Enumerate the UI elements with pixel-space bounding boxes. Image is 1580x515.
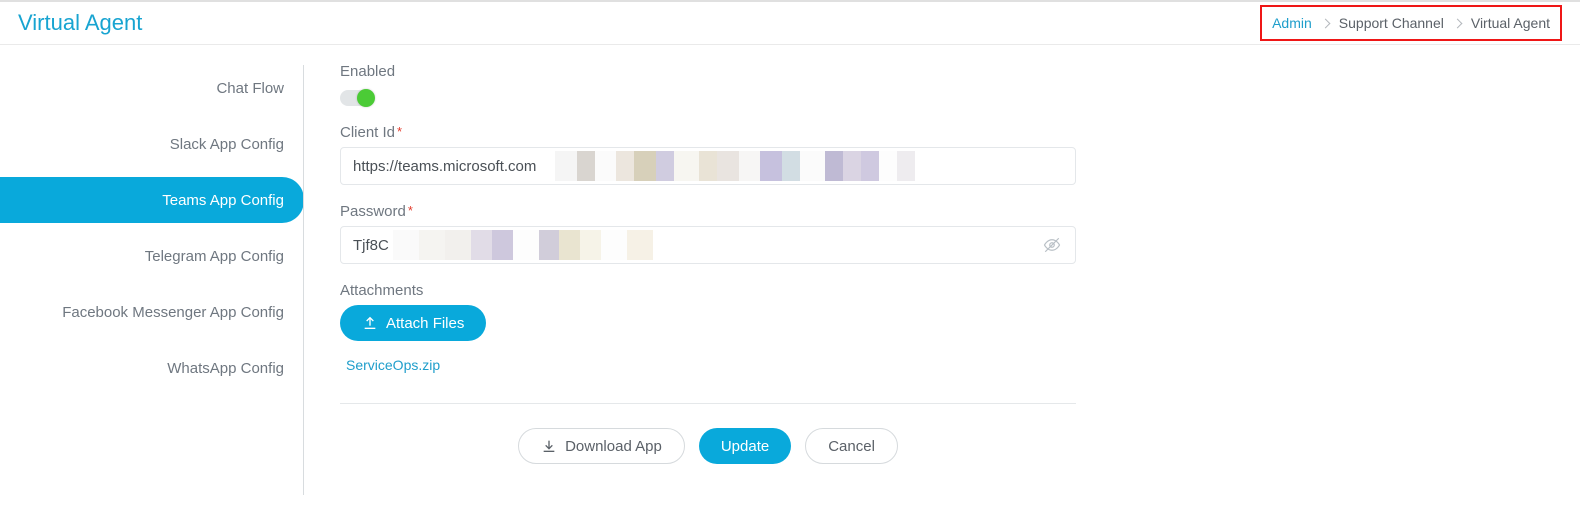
download-icon (541, 438, 557, 454)
sidebar-item-telegram-app-config[interactable]: Telegram App Config (0, 233, 304, 279)
breadcrumb-item-virtual-agent[interactable]: Virtual Agent (1471, 15, 1550, 31)
client-id-label: Client Id (340, 124, 395, 141)
update-label: Update (721, 438, 769, 455)
client-id-input[interactable]: https://teams.microsoft.com (340, 147, 1076, 185)
sidebar-item-whatsapp-config[interactable]: WhatsApp Config (0, 345, 304, 391)
cancel-label: Cancel (828, 438, 875, 455)
attachments-label: Attachments (340, 282, 423, 299)
required-star: * (408, 203, 413, 218)
field-enabled: Enabled (340, 63, 1550, 106)
password-input[interactable]: Tjf8C (340, 226, 1076, 264)
eye-off-icon[interactable] (1041, 236, 1063, 254)
attached-file-link[interactable]: ServiceOps.zip (346, 357, 440, 373)
main-area: Chat Flow Slack App Config Teams App Con… (0, 45, 1580, 515)
field-attachments: Attachments Attach Files ServiceOps.zip (340, 282, 1550, 375)
update-button[interactable]: Update (699, 428, 791, 464)
field-client-id: Client Id* https://teams.microsoft.com (340, 124, 1550, 185)
chevron-right-icon (1320, 18, 1330, 28)
password-value: Tjf8C (353, 237, 389, 254)
sidebar-item-chat-flow[interactable]: Chat Flow (0, 65, 304, 111)
sidebar-item-facebook-messenger-app-config[interactable]: Facebook Messenger App Config (0, 289, 304, 335)
client-id-value: https://teams.microsoft.com (353, 158, 536, 175)
download-app-label: Download App (565, 438, 662, 455)
password-label: Password (340, 203, 406, 220)
sidebar-item-slack-app-config[interactable]: Slack App Config (0, 121, 304, 167)
sidebar-item-teams-app-config[interactable]: Teams App Config (0, 177, 304, 223)
form-content: Enabled Client Id* https://teams.microso… (304, 45, 1580, 515)
section-divider (340, 403, 1076, 404)
enabled-toggle[interactable] (340, 90, 374, 106)
upload-icon (362, 315, 378, 331)
enabled-label: Enabled (340, 63, 395, 80)
page-title: Virtual Agent (18, 10, 142, 36)
attach-files-button[interactable]: Attach Files (340, 305, 486, 341)
action-row: Download App Update Cancel (340, 428, 1076, 464)
attach-files-label: Attach Files (386, 315, 464, 332)
chevron-right-icon (1452, 18, 1462, 28)
cancel-button[interactable]: Cancel (805, 428, 898, 464)
toggle-knob (357, 89, 375, 107)
required-star: * (397, 124, 402, 139)
breadcrumb: Admin Support Channel Virtual Agent (1260, 5, 1562, 41)
top-bar: Virtual Agent Admin Support Channel Virt… (0, 0, 1580, 45)
field-password: Password* Tjf8C (340, 203, 1550, 264)
breadcrumb-item-support-channel[interactable]: Support Channel (1339, 15, 1444, 31)
breadcrumb-item-admin[interactable]: Admin (1272, 15, 1312, 31)
sidebar: Chat Flow Slack App Config Teams App Con… (0, 45, 304, 515)
download-app-button[interactable]: Download App (518, 428, 685, 464)
sidebar-divider (303, 65, 304, 495)
